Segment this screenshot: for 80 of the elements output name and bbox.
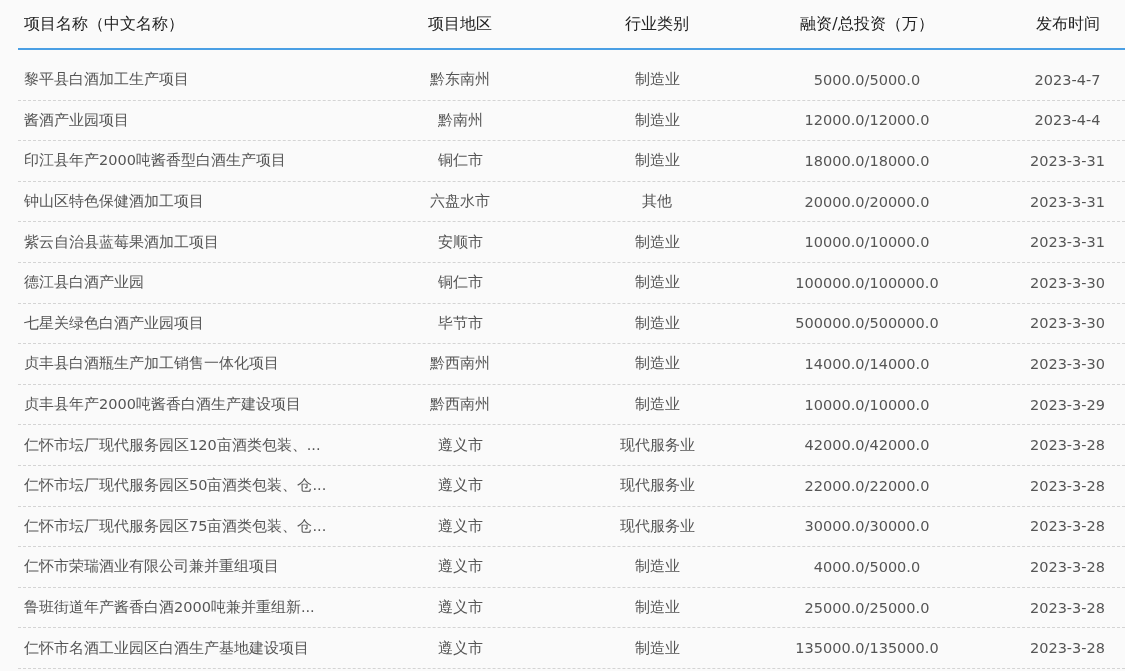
table-cell: 遵义市 bbox=[437, 598, 483, 617]
table-cell: 黔西南州 bbox=[430, 354, 490, 374]
table-cell: 30000.0/30000.0 bbox=[804, 518, 930, 535]
table-cell: 铜仁市 bbox=[437, 151, 483, 171]
table-cell-text: 贞丰县年产2000吨酱香白酒生产建设项目 bbox=[23, 395, 301, 415]
table-cell: 2023-3-29 bbox=[1029, 396, 1105, 413]
table-cell: 制造业 bbox=[634, 70, 680, 90]
table-cell: 5000.0/5000.0 bbox=[813, 71, 921, 88]
table-cell: 14000.0/14000.0 bbox=[804, 355, 930, 372]
table-cell: 制造业 bbox=[634, 354, 680, 374]
table-cell: 2023-3-28 bbox=[1029, 599, 1105, 616]
table-cell-text: 仁怀市坛厂现代服务园区120亩酒类包装、... bbox=[23, 435, 321, 455]
table-cell: 黔西南州 bbox=[430, 395, 490, 415]
table-cell: 制造业 bbox=[634, 313, 680, 333]
table-cell-text: 酱酒产业园项目 bbox=[23, 110, 129, 130]
table-cell: 黔南州 bbox=[437, 110, 483, 130]
table-cell: 20000.0/20000.0 bbox=[804, 193, 930, 210]
table-cell: 2023-4-7 bbox=[1034, 71, 1101, 88]
column-header: 融资/总投资（万） bbox=[800, 13, 934, 35]
table-cell-text: 七星关绿色白酒产业园项目 bbox=[23, 313, 204, 333]
table-cell: 铜仁市 bbox=[437, 273, 483, 293]
table-cell: 制造业 bbox=[634, 638, 680, 658]
table-cell-text: 贞丰县白酒瓶生产加工销售一体化项目 bbox=[23, 354, 279, 374]
table-cell: 制造业 bbox=[634, 598, 680, 617]
table-cell: 遵义市 bbox=[437, 638, 483, 658]
table-cell: 现代服务业 bbox=[619, 476, 695, 496]
table-cell-text: 钟山区特色保健酒加工项目 bbox=[23, 192, 204, 212]
table-cell: 黔东南州 bbox=[430, 70, 490, 90]
table-cell: 2023-3-28 bbox=[1029, 558, 1105, 575]
table-cell-text: 鲁班街道年产酱香白酒2000吨兼并重组新... bbox=[23, 598, 315, 617]
table-cell-text: 仁怀市荣瑞酒业有限公司兼并重组项目 bbox=[23, 557, 279, 577]
table-cell: 制造业 bbox=[634, 395, 680, 415]
table-cell: 遵义市 bbox=[437, 516, 483, 536]
table-cell: 2023-3-28 bbox=[1029, 640, 1105, 657]
table-cell: 2023-3-30 bbox=[1029, 315, 1105, 332]
table-cell: 其他 bbox=[642, 192, 672, 212]
table-cell: 4000.0/5000.0 bbox=[813, 558, 921, 575]
table-cell: 遵义市 bbox=[437, 476, 483, 496]
table-cell: 12000.0/12000.0 bbox=[804, 112, 930, 129]
table-cell: 10000.0/10000.0 bbox=[804, 234, 930, 251]
table-cell-text: 仁怀市名酒工业园区白酒生产基地建设项目 bbox=[23, 638, 309, 658]
column-header: 发布时间 bbox=[1035, 13, 1100, 35]
table-cell: 2023-3-31 bbox=[1029, 193, 1105, 210]
table-cell: 25000.0/25000.0 bbox=[804, 599, 930, 616]
table-cell: 500000.0/500000.0 bbox=[795, 315, 939, 332]
table-cell: 2023-3-30 bbox=[1029, 355, 1105, 372]
table-cell-text: 紫云自治县蓝莓果酒加工项目 bbox=[23, 232, 219, 252]
table-cell: 2023-3-28 bbox=[1029, 518, 1105, 535]
table-cell: 六盘水市 bbox=[430, 192, 490, 212]
table-cell: 毕节市 bbox=[437, 313, 483, 333]
table-cell: 遵义市 bbox=[437, 557, 483, 577]
table-cell: 2023-3-28 bbox=[1029, 437, 1105, 454]
table-cell: 2023-3-31 bbox=[1029, 153, 1105, 169]
table-cell: 现代服务业 bbox=[619, 516, 695, 536]
table-cell: 2023-4-4 bbox=[1034, 112, 1101, 129]
table-cell: 制造业 bbox=[634, 110, 680, 130]
table-cell-text: 德江县白酒产业园 bbox=[23, 273, 144, 293]
table-cell: 制造业 bbox=[634, 232, 680, 252]
column-header: 项目地区 bbox=[428, 13, 492, 35]
table-cell: 制造业 bbox=[634, 273, 680, 293]
table-cell-text: 仁怀市坛厂现代服务园区50亩酒类包装、仓... bbox=[23, 476, 327, 496]
table-cell-text: 仁怀市坛厂现代服务园区75亩酒类包装、仓... bbox=[23, 516, 327, 536]
table-cell: 10000.0/10000.0 bbox=[804, 396, 930, 413]
column-header: 项目名称（中文名称） bbox=[23, 13, 184, 35]
table-cell: 2023-3-30 bbox=[1029, 274, 1105, 291]
table-cell: 42000.0/42000.0 bbox=[804, 437, 930, 454]
table-cell-text: 黎平县白酒加工生产项目 bbox=[23, 70, 189, 90]
table-cell: 22000.0/22000.0 bbox=[804, 477, 930, 494]
table-cell: 安顺市 bbox=[437, 232, 483, 252]
table-cell: 2023-3-31 bbox=[1029, 234, 1105, 251]
table-cell: 100000.0/100000.0 bbox=[795, 274, 939, 291]
table-cell: 遵义市 bbox=[437, 435, 483, 455]
table-cell: 135000.0/135000.0 bbox=[795, 640, 939, 657]
column-header: 行业类别 bbox=[625, 13, 689, 35]
table-cell: 制造业 bbox=[634, 557, 680, 577]
table-cell: 18000.0/18000.0 bbox=[804, 153, 930, 169]
table-cell: 2023-3-28 bbox=[1029, 477, 1105, 494]
table-cell-text: 印江县年产2000吨酱香型白酒生产项目 bbox=[23, 151, 286, 171]
table-cell: 现代服务业 bbox=[619, 435, 695, 455]
table-cell: 制造业 bbox=[634, 151, 680, 171]
